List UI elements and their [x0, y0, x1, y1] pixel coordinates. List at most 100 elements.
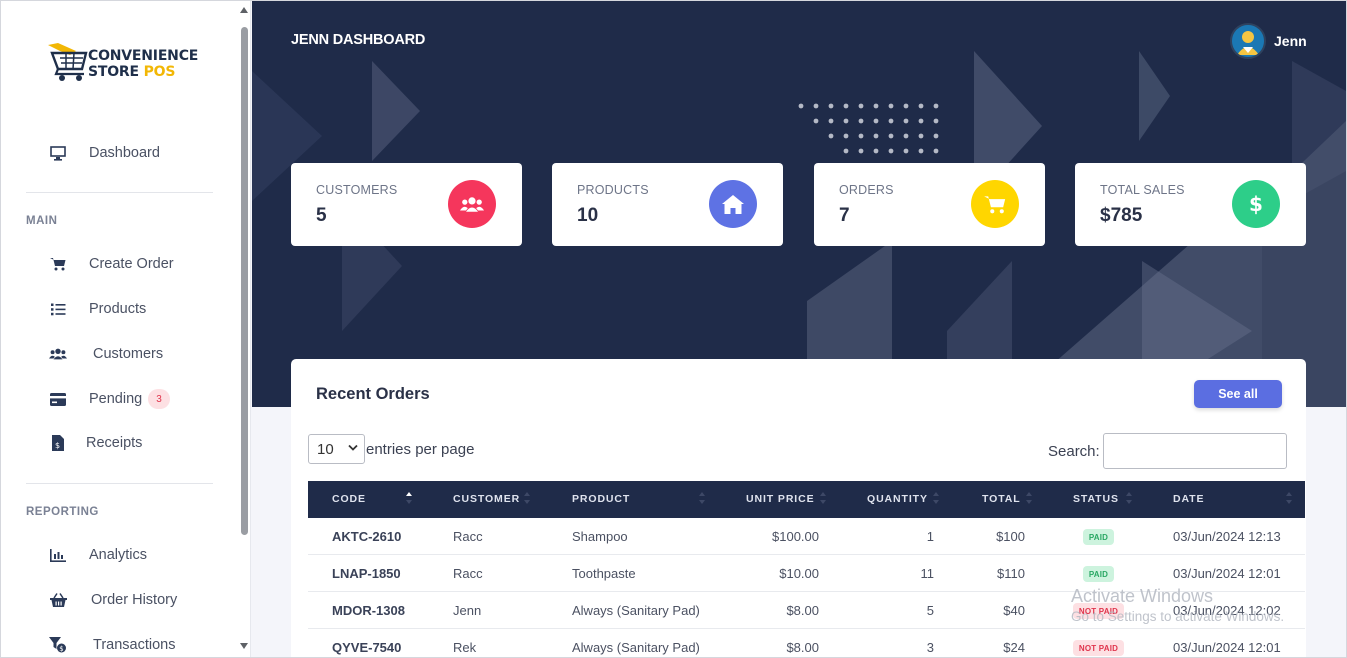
logo-line-1: CONVENIENCE	[88, 48, 199, 64]
table-row[interactable]: LNAP-1850 Racc Toothpaste $10.00 11 $110…	[308, 555, 1305, 592]
sort-icon[interactable]	[524, 491, 530, 505]
chevron-down-icon	[348, 444, 358, 451]
sidebar-item-customers[interactable]: Customers	[1, 334, 237, 374]
stat-card-customers[interactable]: CUSTOMERS 5	[291, 163, 522, 246]
order-customer: Rek	[453, 640, 477, 655]
order-total: $100	[996, 529, 1025, 544]
column-header-quantity[interactable]: QUANTITY	[867, 493, 928, 505]
logo-line-2-accent: POS	[143, 64, 176, 80]
sidebar-item-dashboard[interactable]: Dashboard	[1, 133, 237, 173]
avatar[interactable]	[1230, 23, 1266, 59]
sidebar-item-create-order[interactable]: Create Order	[1, 244, 237, 284]
stat-value: 10	[577, 205, 599, 226]
receipt-icon: $	[49, 434, 67, 452]
stat-card-total-sales[interactable]: TOTAL SALES $785 $	[1075, 163, 1306, 246]
cart-icon	[49, 255, 67, 273]
order-date: 03/Jun/2024 12:01	[1173, 640, 1281, 655]
sidebar-item-label: Order History	[91, 592, 178, 608]
sidebar-item-transactions[interactable]: $ Transactions	[1, 625, 237, 657]
order-code: MDOR-1308	[332, 603, 405, 618]
column-header-code[interactable]: CODE	[332, 493, 366, 505]
order-product: Toothpaste	[572, 566, 636, 581]
stat-card-orders[interactable]: ORDERS 7	[814, 163, 1045, 246]
table-search: Search:	[1048, 433, 1287, 469]
status-badge: NOT PAID	[1073, 603, 1124, 619]
svg-text:$: $	[59, 645, 63, 653]
dollar-icon: $	[1232, 180, 1280, 228]
sort-icon[interactable]	[699, 491, 705, 505]
search-input[interactable]	[1102, 433, 1287, 469]
page-title: JENN DASHBOARD	[291, 32, 426, 48]
order-customer: Racc	[453, 566, 483, 581]
table-row[interactable]: QYVE-7540 Rek Always (Sanitary Pad) $8.0…	[308, 629, 1305, 657]
cart-logo-icon	[48, 43, 88, 81]
sidebar-item-order-history[interactable]: Order History	[1, 580, 237, 620]
order-unit-price: $8.00	[786, 603, 819, 618]
column-header-product[interactable]: PRODUCT	[572, 493, 630, 505]
scroll-up-arrow-icon[interactable]	[240, 7, 248, 13]
sidebar-scrollbar[interactable]	[237, 7, 251, 653]
search-label: Search:	[1048, 442, 1100, 460]
sidebar-item-receipts[interactable]: $ Receipts	[1, 423, 237, 463]
order-total: $24	[1003, 640, 1025, 655]
entries-per-page-label: entries per page	[366, 440, 475, 458]
order-product: Always (Sanitary Pad)	[572, 640, 700, 655]
entries-per-page-select[interactable]: 10	[308, 434, 365, 464]
section-heading-reporting: REPORTING	[26, 506, 99, 518]
sort-icon[interactable]	[1126, 491, 1132, 505]
entries-per-page-value: 10	[317, 440, 334, 458]
column-header-customer[interactable]: CUSTOMER	[453, 493, 520, 505]
sidebar-divider	[26, 483, 213, 484]
sidebar-item-label: Create Order	[89, 256, 174, 272]
recent-orders-panel: Recent Orders See all 10 entries per pag…	[291, 359, 1306, 657]
order-date: 03/Jun/2024 12:02	[1173, 603, 1281, 618]
user-name[interactable]: Jenn	[1274, 33, 1307, 49]
order-product: Shampoo	[572, 529, 628, 544]
cart-icon	[971, 180, 1019, 228]
order-customer: Racc	[453, 529, 483, 544]
sidebar-item-analytics[interactable]: Analytics	[1, 535, 237, 575]
sort-icon[interactable]	[820, 491, 826, 505]
logo-line-2: STORE	[88, 64, 144, 80]
order-code: AKTC-2610	[332, 529, 402, 544]
list-icon	[49, 300, 67, 318]
user-menu[interactable]: Jenn	[1230, 23, 1307, 59]
order-quantity: 5	[926, 603, 934, 618]
order-date: 03/Jun/2024 12:01	[1173, 566, 1281, 581]
sidebar-item-label: Receipts	[86, 435, 143, 451]
sidebar-item-products[interactable]: Products	[1, 289, 237, 329]
sort-asc-icon[interactable]	[406, 491, 412, 505]
column-header-status[interactable]: STATUS	[1073, 493, 1119, 505]
order-product: Always (Sanitary Pad)	[572, 603, 700, 618]
stat-value: 7	[839, 205, 850, 226]
sidebar-item-label: Transactions	[93, 637, 176, 653]
order-date: 03/Jun/2024 12:13	[1173, 529, 1281, 544]
sort-icon[interactable]	[933, 491, 939, 505]
see-all-button[interactable]: See all	[1194, 380, 1282, 408]
filter-dollar-icon: $	[49, 636, 67, 654]
order-unit-price: $10.00	[779, 566, 819, 581]
sort-icon[interactable]	[1026, 491, 1032, 505]
orders-table: CODE CUSTOMER PRODUCT UNIT PRICE QUANTIT…	[308, 481, 1305, 657]
column-header-unit-price[interactable]: UNIT PRICE	[746, 493, 815, 505]
order-total: $40	[1003, 603, 1025, 618]
store-logo[interactable]: CONVENIENCE STORE POS	[46, 41, 199, 85]
column-header-total[interactable]: TOTAL	[982, 493, 1021, 505]
app-window: CONVENIENCE STORE POS Dashboard MAIN Cre…	[0, 0, 1347, 658]
users-icon	[448, 180, 496, 228]
table-row[interactable]: MDOR-1308 Jenn Always (Sanitary Pad) $8.…	[308, 592, 1305, 629]
status-badge: PAID	[1083, 529, 1114, 545]
table-row[interactable]: AKTC-2610 Racc Shampoo $100.00 1 $100 PA…	[308, 518, 1305, 555]
order-quantity: 3	[926, 640, 934, 655]
scroll-down-arrow-icon[interactable]	[240, 643, 248, 649]
section-heading-main: MAIN	[26, 215, 58, 227]
bar-chart-icon	[49, 546, 67, 564]
svg-text:$: $	[55, 441, 60, 450]
stat-card-products[interactable]: PRODUCTS 10	[552, 163, 783, 246]
pending-count-badge: 3	[148, 389, 170, 409]
sidebar-item-pending[interactable]: Pending 3	[1, 379, 237, 419]
scrollbar-thumb[interactable]	[241, 27, 248, 535]
sort-icon[interactable]	[1286, 491, 1292, 505]
sidebar-item-label: Pending	[89, 391, 143, 407]
column-header-date[interactable]: DATE	[1173, 493, 1204, 505]
